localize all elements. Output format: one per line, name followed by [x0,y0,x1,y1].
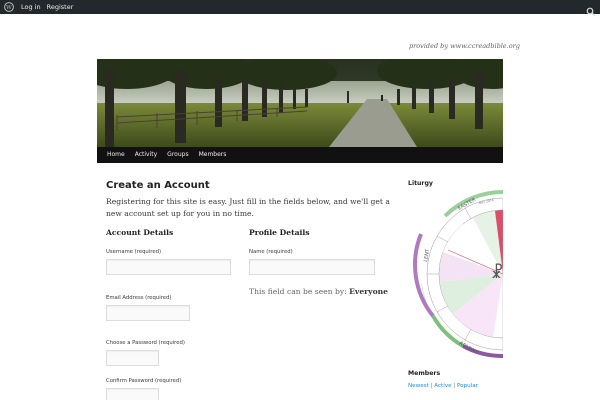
email-input[interactable] [106,305,190,321]
intro-text: Registering for this site is easy. Just … [106,197,390,218]
members-popular-link[interactable]: Popular [457,383,478,389]
main-nav: Home Activity Groups Members [97,147,503,163]
nav-item-home[interactable]: Home [102,147,130,163]
visibility-value[interactable]: Everyone [349,287,388,296]
page-title: Create an Account [106,180,210,191]
name-label: Name (required) [249,249,293,255]
header-image [97,59,503,147]
site-tagline: provided by www.ccreadbible.org [409,42,520,50]
email-label: Email Address (required) [106,295,172,301]
liturgy-widget-title: Liturgy [408,180,433,187]
password-label: Choose a Password (required) [106,340,185,346]
liturgy-label-lent: LENT [423,248,431,263]
search-icon[interactable] [586,2,596,17]
login-link[interactable]: Log in [21,0,41,14]
svg-text:W: W [6,5,12,11]
name-input[interactable] [249,259,375,275]
username-input[interactable] [106,259,231,275]
field-visibility: This field can be seen by: Everyone [249,287,388,296]
admin-bar: W Log in Register [0,0,600,17]
wordpress-icon[interactable]: W [3,1,15,13]
profile-details-heading: Profile Details [249,228,310,237]
liturgy-label-advent: ADVENT [458,341,480,357]
password-input[interactable] [106,350,159,366]
confirm-password-input[interactable] [106,388,159,400]
confirm-password-label: Confirm Password (required) [106,378,182,384]
members-active-link[interactable]: Active [434,383,451,389]
nav-item-groups[interactable]: Groups [162,147,193,163]
liturgy-label-month: Nov 2016 [478,198,494,205]
nav-item-activity[interactable]: Activity [130,147,162,163]
register-link[interactable]: Register [47,0,74,14]
liturgy-wheel[interactable]: ☧ EASTER LENT ADVENT Nov 2016 [405,190,503,358]
members-widget-title: Members [408,370,441,377]
account-details-heading: Account Details [106,228,174,237]
nav-item-members[interactable]: Members [194,147,232,163]
members-filter: Newest | Active | Popular [408,383,478,389]
svg-text:☧: ☧ [491,263,503,282]
visibility-prefix: This field can be seen by: [249,287,347,296]
members-newest-link[interactable]: Newest [408,383,429,389]
username-label: Username (required) [106,249,162,255]
